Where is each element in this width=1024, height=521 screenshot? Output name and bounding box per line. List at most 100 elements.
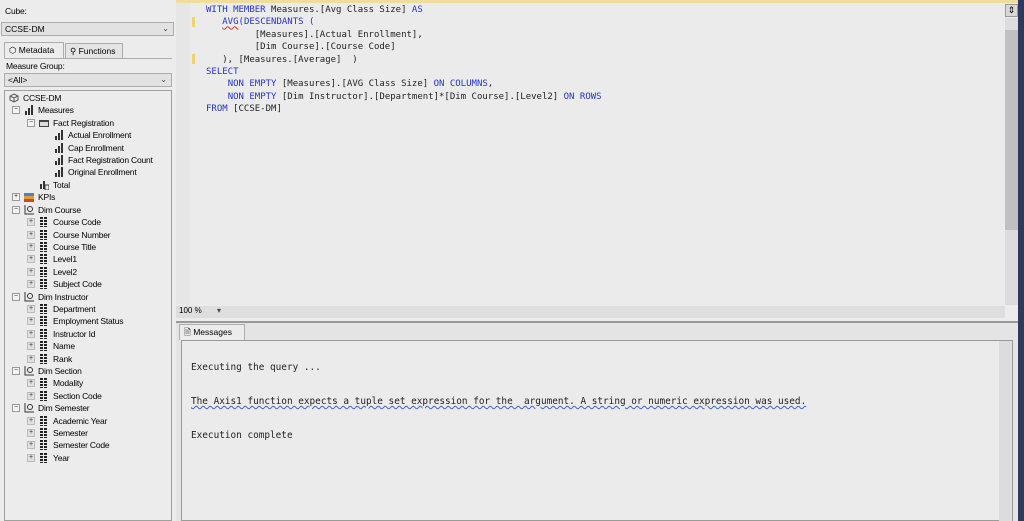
divider [4,58,172,59]
tree-item[interactable]: + Section Code [5,390,171,402]
tree-item-label: Dim Course [38,204,81,215]
mdx-code[interactable]: WITH MEMBER Measures.[Avg Class Size] AS… [206,4,602,116]
attribute-icon [39,217,49,228]
tree-item[interactable]: + Instructor Id [5,328,171,340]
expand-icon[interactable]: + [27,453,35,462]
tree-item[interactable]: CCSE-DM [5,92,171,104]
measure-group-select[interactable]: <All> ⌄ [4,73,172,87]
scrollbar-thumb[interactable] [1005,30,1018,230]
tree-item-label: Fact Registration [53,117,114,128]
expand-icon[interactable]: + [27,391,35,400]
code-token: NON EMPTY [227,91,282,102]
tree-item[interactable]: + Semester [5,427,171,439]
expand-icon[interactable]: + [27,230,35,239]
split-icon[interactable]: ⇕ [1005,4,1018,17]
tree-item[interactable]: − Measures [5,104,171,116]
tree-item[interactable]: + Academic Year [5,415,171,427]
tree-item[interactable]: + Rank [5,353,171,365]
expand-icon[interactable]: + [27,354,35,363]
expand-icon[interactable]: + [27,242,35,251]
code-token: ON COLUMNS [433,79,488,90]
expand-icon[interactable]: + [27,416,35,425]
cube-value: CCSE-DM [5,24,45,34]
cube-select[interactable]: CCSE-DM ⌄ [1,22,174,36]
tree-item[interactable]: + KPIs [5,191,171,203]
expand-icon[interactable]: + [12,193,20,202]
tree-item[interactable]: + Employment Status [5,315,171,327]
attribute-icon [39,241,49,252]
collapse-icon[interactable]: − [12,292,20,301]
tree-item[interactable]: + Course Code [5,216,171,228]
tree-item-label: Course Title [53,241,96,252]
tab-metadata[interactable]: ⬡ Metadata [4,42,64,58]
tree-item-label: Academic Year [53,415,108,426]
tree-item[interactable]: Original Enrollment [5,166,171,178]
code-token: [Measures].[Actual Enrollment], [206,29,423,40]
collapse-icon[interactable]: − [12,404,20,413]
tree-item[interactable]: + Course Number [5,229,171,241]
collapse-icon[interactable]: − [27,118,35,127]
tree-item-label: Rank [53,353,73,364]
zoom-select[interactable]: 100 % ▾ [177,306,225,318]
expand-icon[interactable]: + [27,379,35,388]
tree-item[interactable]: − Dim Semester [5,402,171,414]
code-token: [Measures].[AVG Class Size] [281,79,434,90]
tree-item[interactable]: + Name [5,340,171,352]
tree-item[interactable]: + Modality [5,377,171,389]
measure-icon [54,142,64,153]
metadata-tree[interactable]: CCSE-DM − Measures − Fact Registration Actual… [4,90,172,521]
tree-item[interactable]: Total [5,179,171,191]
tree-item[interactable]: + Level2 [5,266,171,278]
tree-item-label: Course Number [53,229,111,240]
tree-item-label: Instructor Id [53,328,96,339]
collapse-icon[interactable]: − [12,367,20,376]
expand-icon[interactable]: + [27,329,35,338]
code-token: , [487,79,494,90]
code-token: WITH MEMBER [206,5,272,15]
tree-item[interactable]: − Dim Instructor [5,291,171,303]
measure-group-label: Measure Group: [6,61,65,71]
tree-item[interactable]: + Department [5,303,171,315]
expand-icon[interactable]: + [27,255,35,264]
expand-icon[interactable]: + [27,218,35,227]
messages-vertical-scrollbar[interactable] [999,341,1012,521]
attribute-icon [39,415,49,426]
tree-item-label: Semester Code [53,440,110,451]
tree-item[interactable]: − Fact Registration [5,117,171,129]
tree-item[interactable]: − Dim Course [5,204,171,216]
collapse-icon[interactable]: − [12,106,20,115]
tree-item[interactable]: Actual Enrollment [5,129,171,141]
tree-item[interactable]: Fact Registration Count [5,154,171,166]
editor-margin [176,3,190,305]
attribute-icon [39,266,49,277]
expand-icon[interactable]: + [27,267,35,276]
metadata-panel: Cube: CCSE-DM ⌄ ⬡ Metadata ⚲ Functions Me… [0,0,176,521]
expand-icon[interactable]: + [27,342,35,351]
tab-messages[interactable]: 🗎 Messages [179,324,245,340]
expand-icon[interactable]: + [27,317,35,326]
expand-icon[interactable]: + [27,280,35,289]
expand-icon[interactable]: + [27,429,35,438]
tree-item-label: Dim Semester [38,403,90,414]
code-token: [Dim Course].[Course Code] [206,42,396,53]
tree-item[interactable]: + Level1 [5,253,171,265]
tree-item[interactable]: Cap Enrollment [5,142,171,154]
tab-label: Functions [78,46,116,56]
tree-item[interactable]: + Course Title [5,241,171,253]
tree-item-label: Fact Registration Count [68,155,153,166]
tree-item[interactable]: − Dim Section [5,365,171,377]
collapse-icon[interactable]: − [12,205,20,214]
tree-item[interactable]: + Semester Code [5,439,171,451]
tab-label: Metadata [18,45,55,55]
tree-item[interactable]: + Subject Code [5,278,171,290]
tab-functions[interactable]: ⚲ Functions [65,43,123,58]
chevron-down-icon: ⌄ [162,24,169,33]
tree-item-label: KPIs [38,192,56,203]
expand-icon[interactable]: + [27,304,35,313]
editor-vertical-scrollbar[interactable] [1005,18,1018,305]
code-line: [Measures].[Actual Enrollment], [206,29,602,41]
tree-item[interactable]: + Year [5,452,171,464]
editor-top-border [176,0,1018,3]
expand-icon[interactable]: + [27,441,35,450]
